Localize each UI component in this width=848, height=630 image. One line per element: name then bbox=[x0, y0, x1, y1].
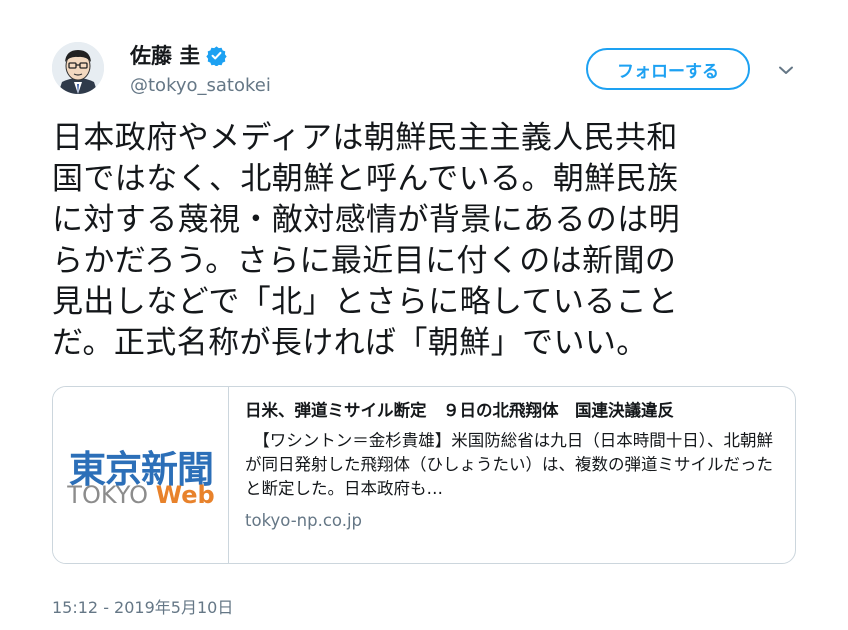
card-domain[interactable]: tokyo-np.co.jp bbox=[245, 511, 781, 530]
user-handle[interactable]: @tokyo_satokei bbox=[130, 75, 271, 96]
link-card[interactable]: 東京新聞 TOKYO Web 日米、弾道ミサイル断定 ９日の北飛翔体 国連決議違… bbox=[52, 386, 796, 564]
display-name[interactable]: 佐藤 圭 bbox=[130, 40, 200, 70]
logo-tokyo-text: TOKYO bbox=[67, 481, 148, 509]
name-row: 佐藤 圭 bbox=[130, 40, 227, 70]
card-body: 日米、弾道ミサイル断定 ９日の北飛翔体 国連決議違反 【ワシントン＝金杉貴雄】米… bbox=[245, 399, 781, 530]
card-title[interactable]: 日米、弾道ミサイル断定 ９日の北飛翔体 国連決議違反 bbox=[245, 399, 781, 423]
card-logo-image: 東京新聞 TOKYO Web bbox=[53, 387, 229, 563]
tweet-text: 日本政府やメディアは朝鮮民主主義人民共和 国ではなく、北朝鮮と呼んでいる。朝鮮民… bbox=[52, 120, 680, 361]
logo-latin-text: TOKYO Web bbox=[57, 481, 225, 509]
tweet-header: 佐藤 圭 @tokyo_satokei フォローする bbox=[52, 38, 812, 100]
avatar-illustration bbox=[52, 42, 104, 94]
logo-web-text: Web bbox=[155, 481, 215, 509]
card-description: 【ワシントン＝金杉貴雄】米国防総省は九日（日本時間十日）、北朝鮮が同日発射した飛… bbox=[245, 431, 773, 498]
verified-badge-icon bbox=[206, 45, 227, 67]
follow-button[interactable]: フォローする bbox=[586, 48, 750, 90]
avatar[interactable] bbox=[52, 42, 104, 94]
tweet-timestamp[interactable]: 15:12 - 2019年5月10日 bbox=[52, 594, 233, 618]
chevron-down-icon[interactable] bbox=[774, 58, 798, 82]
